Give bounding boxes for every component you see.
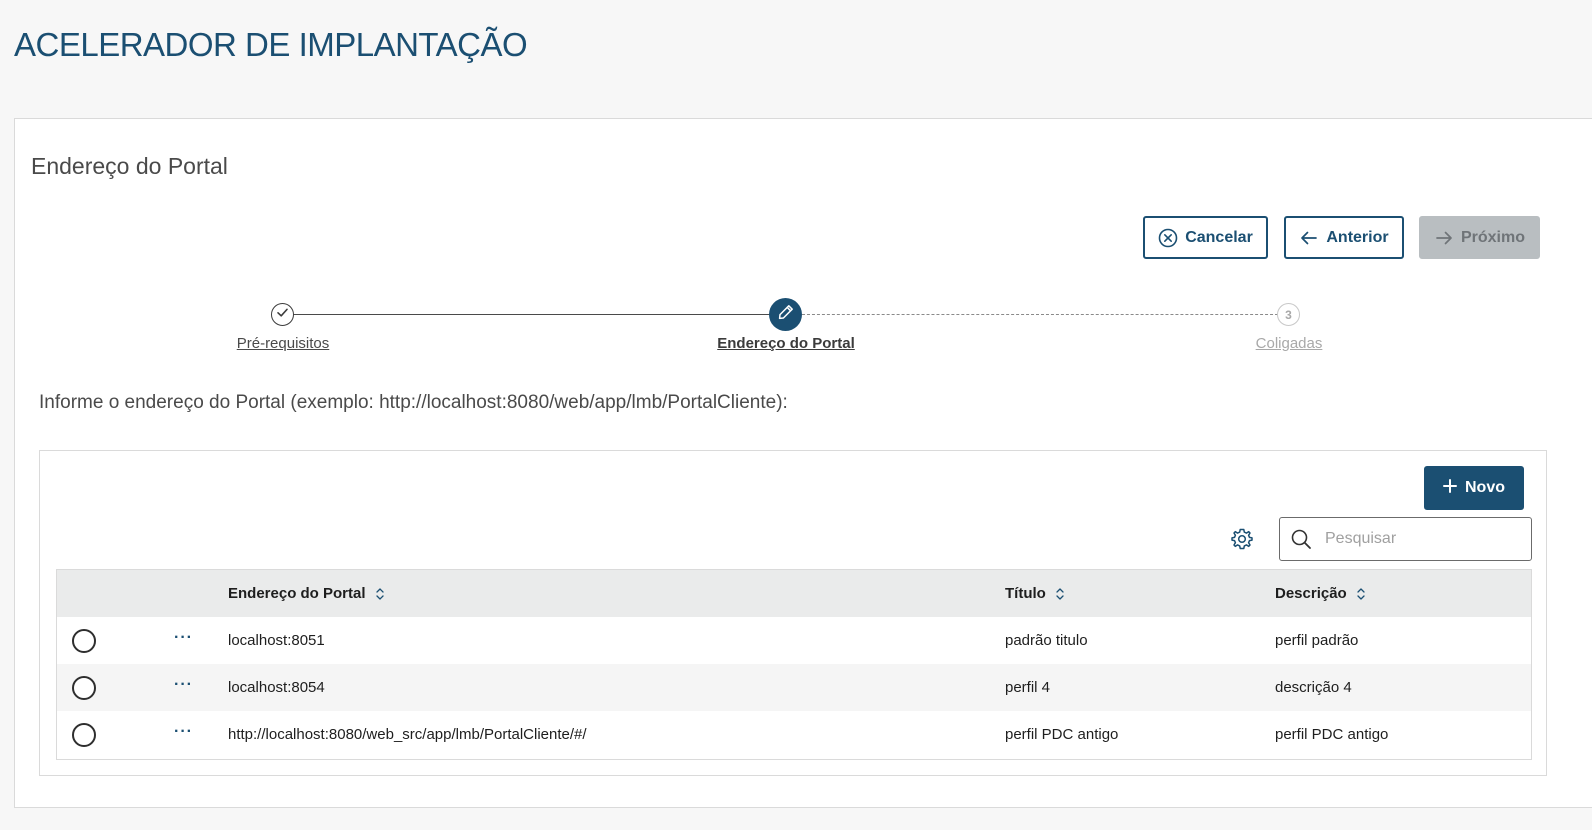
cell-address: http://localhost:8080/web_src/app/lmb/Po… — [228, 726, 587, 743]
new-button[interactable]: Novo — [1424, 466, 1524, 510]
sort-icon[interactable] — [1356, 587, 1366, 601]
step-pending-marker: 3 — [1277, 303, 1300, 326]
row-actions-button[interactable]: ··· — [174, 676, 193, 699]
previous-button[interactable]: Anterior — [1284, 216, 1404, 259]
pencil-icon — [777, 303, 795, 326]
gear-icon[interactable] — [1229, 526, 1255, 552]
instruction-text: Informe o endereço do Portal (exemplo: h… — [39, 392, 788, 413]
row-select-radio[interactable] — [72, 628, 96, 653]
column-header-description[interactable]: Descrição — [1275, 570, 1366, 617]
step-number: 3 — [1285, 307, 1292, 322]
row-actions-button[interactable]: ··· — [174, 723, 193, 746]
new-label: Novo — [1465, 479, 1505, 496]
cell-title: perfil PDC antigo — [1005, 726, 1119, 743]
circle-x-icon — [1158, 228, 1178, 248]
card-title: Endereço do Portal — [31, 153, 228, 179]
cell-description: perfil padrão — [1275, 632, 1359, 649]
row-select-radio[interactable] — [72, 722, 96, 747]
portal-table-panel: Novo Endereço do Portal — [39, 450, 1547, 776]
portal-table: Endereço do Portal Título Descrição ··· … — [56, 569, 1532, 760]
cell-title: padrão titulo — [1005, 632, 1088, 649]
step-label-prerequisites[interactable]: Pré-requisitos — [237, 335, 330, 352]
arrow-left-icon — [1299, 228, 1319, 248]
cancel-label: Cancelar — [1185, 228, 1253, 246]
arrow-right-icon — [1434, 228, 1454, 248]
stepper-line-pending — [802, 314, 1278, 315]
table-row[interactable]: ··· localhost:8054 perfil 4 descrição 4 — [57, 664, 1531, 711]
wizard-stepper: Pré-requisitos Endereço do Portal 3 Coli… — [15, 289, 1592, 359]
portal-address-card: Endereço do Portal Cancelar Anterior Pró… — [14, 118, 1592, 808]
search-icon — [1290, 528, 1312, 550]
sort-icon[interactable] — [1055, 587, 1065, 601]
sort-icon[interactable] — [375, 587, 385, 601]
search-input[interactable] — [1323, 529, 1523, 549]
row-actions-button[interactable]: ··· — [174, 629, 193, 652]
column-header-address[interactable]: Endereço do Portal — [228, 570, 385, 617]
step-label-coligadas: Coligadas — [1255, 335, 1323, 352]
cell-title: perfil 4 — [1005, 679, 1051, 696]
step-done-marker[interactable] — [271, 303, 294, 326]
table-row[interactable]: ··· localhost:8051 padrão titulo perfil … — [57, 617, 1531, 664]
check-icon — [276, 306, 289, 324]
previous-label: Anterior — [1326, 228, 1389, 246]
step-label-portal-address[interactable]: Endereço do Portal — [717, 335, 855, 352]
cell-description: descrição 4 — [1275, 679, 1352, 696]
table-row[interactable]: ··· http://localhost:8080/web_src/app/lm… — [57, 711, 1531, 758]
cell-address: localhost:8051 — [228, 632, 325, 649]
search-field[interactable] — [1279, 517, 1532, 561]
row-select-radio[interactable] — [72, 675, 96, 700]
cell-description: perfil PDC antigo — [1275, 726, 1389, 743]
stepper-line-completed — [283, 314, 786, 315]
column-header-title[interactable]: Título — [1005, 570, 1065, 617]
next-label: Próximo — [1460, 228, 1525, 246]
next-button[interactable]: Próximo — [1419, 216, 1540, 259]
page-title: ACELERADOR DE IMPLANTAÇÃO — [14, 26, 528, 63]
plus-icon — [1443, 478, 1457, 498]
cancel-button[interactable]: Cancelar — [1143, 216, 1268, 259]
cell-address: localhost:8054 — [228, 679, 325, 696]
table-header: Endereço do Portal Título Descrição — [57, 570, 1531, 617]
step-active-marker[interactable] — [769, 298, 802, 331]
